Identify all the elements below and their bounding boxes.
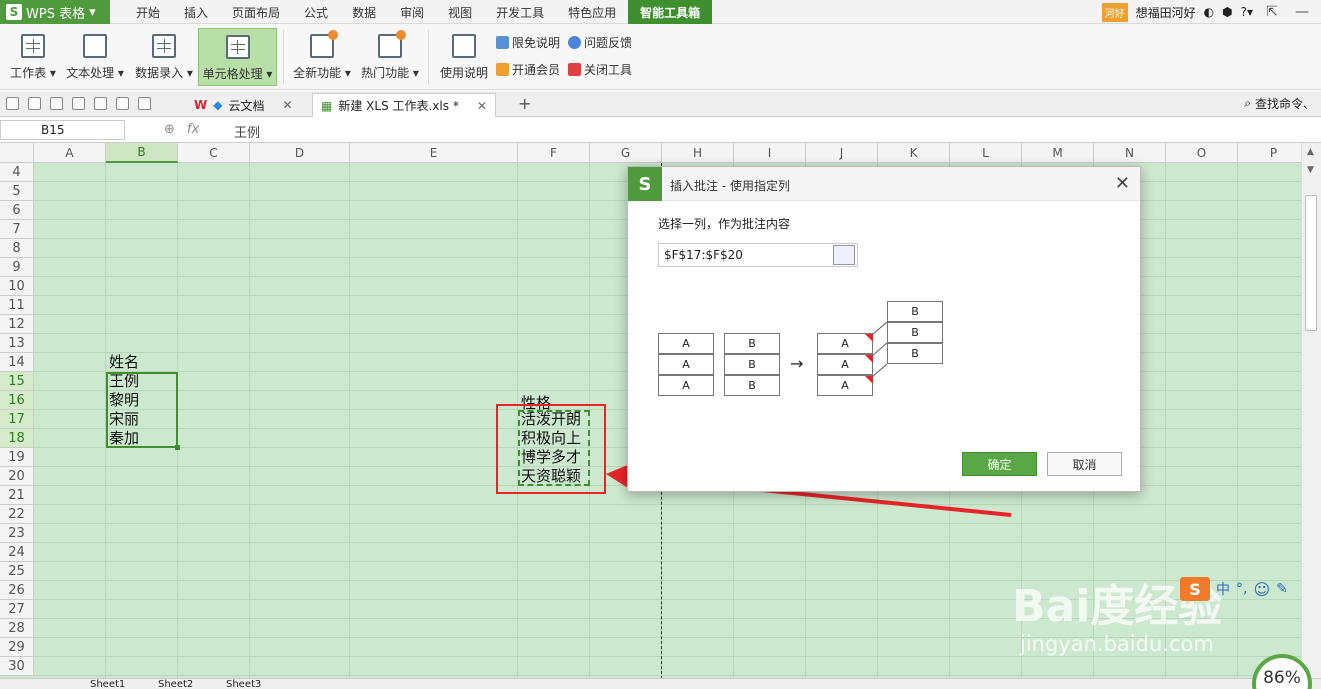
- close-icon[interactable]: ✕: [1115, 173, 1130, 194]
- illu-comment-b: B: [887, 322, 943, 343]
- illu-cell-a: A: [658, 375, 714, 396]
- dialog-title: 插入批注 - 使用指定列: [670, 179, 790, 193]
- illu-comment-b: B: [887, 343, 943, 364]
- ok-button[interactable]: 确定: [962, 452, 1037, 476]
- range-input[interactable]: $F$17:$F$20: [658, 243, 858, 267]
- sogou-ime-icon[interactable]: S: [1180, 577, 1210, 601]
- illu-cell-b: B: [724, 354, 780, 375]
- illu-cell-b: B: [724, 375, 780, 396]
- illu-cell-a: A: [658, 354, 714, 375]
- range-picker-icon[interactable]: [833, 245, 855, 265]
- wps-logo-icon: S: [628, 167, 662, 201]
- cancel-button[interactable]: 取消: [1047, 452, 1122, 476]
- arrow-right-icon: →: [790, 354, 804, 373]
- connector-lines: [872, 321, 888, 378]
- insert-comment-dialog: S 插入批注 - 使用指定列 ✕ 选择一列，作为批注内容 $F$17:$F$20…: [627, 166, 1141, 492]
- dialog-header: S 插入批注 - 使用指定列 ✕: [628, 167, 1140, 201]
- ime-toolbar: S 中 °, ☺ ✎: [1180, 577, 1288, 601]
- baidu-watermark-url: jingyan.baidu.com: [1020, 632, 1214, 656]
- illu-comment-b: B: [887, 301, 943, 322]
- illu-cell-b: B: [724, 333, 780, 354]
- punctuation-icon[interactable]: °,: [1236, 581, 1247, 597]
- emoji-icon[interactable]: ☺: [1253, 580, 1270, 599]
- pen-icon[interactable]: ✎: [1276, 581, 1288, 597]
- illu-cell-a: A: [658, 333, 714, 354]
- dialog-prompt: 选择一列，作为批注内容: [658, 217, 791, 231]
- ime-mode-icon[interactable]: 中: [1216, 579, 1230, 599]
